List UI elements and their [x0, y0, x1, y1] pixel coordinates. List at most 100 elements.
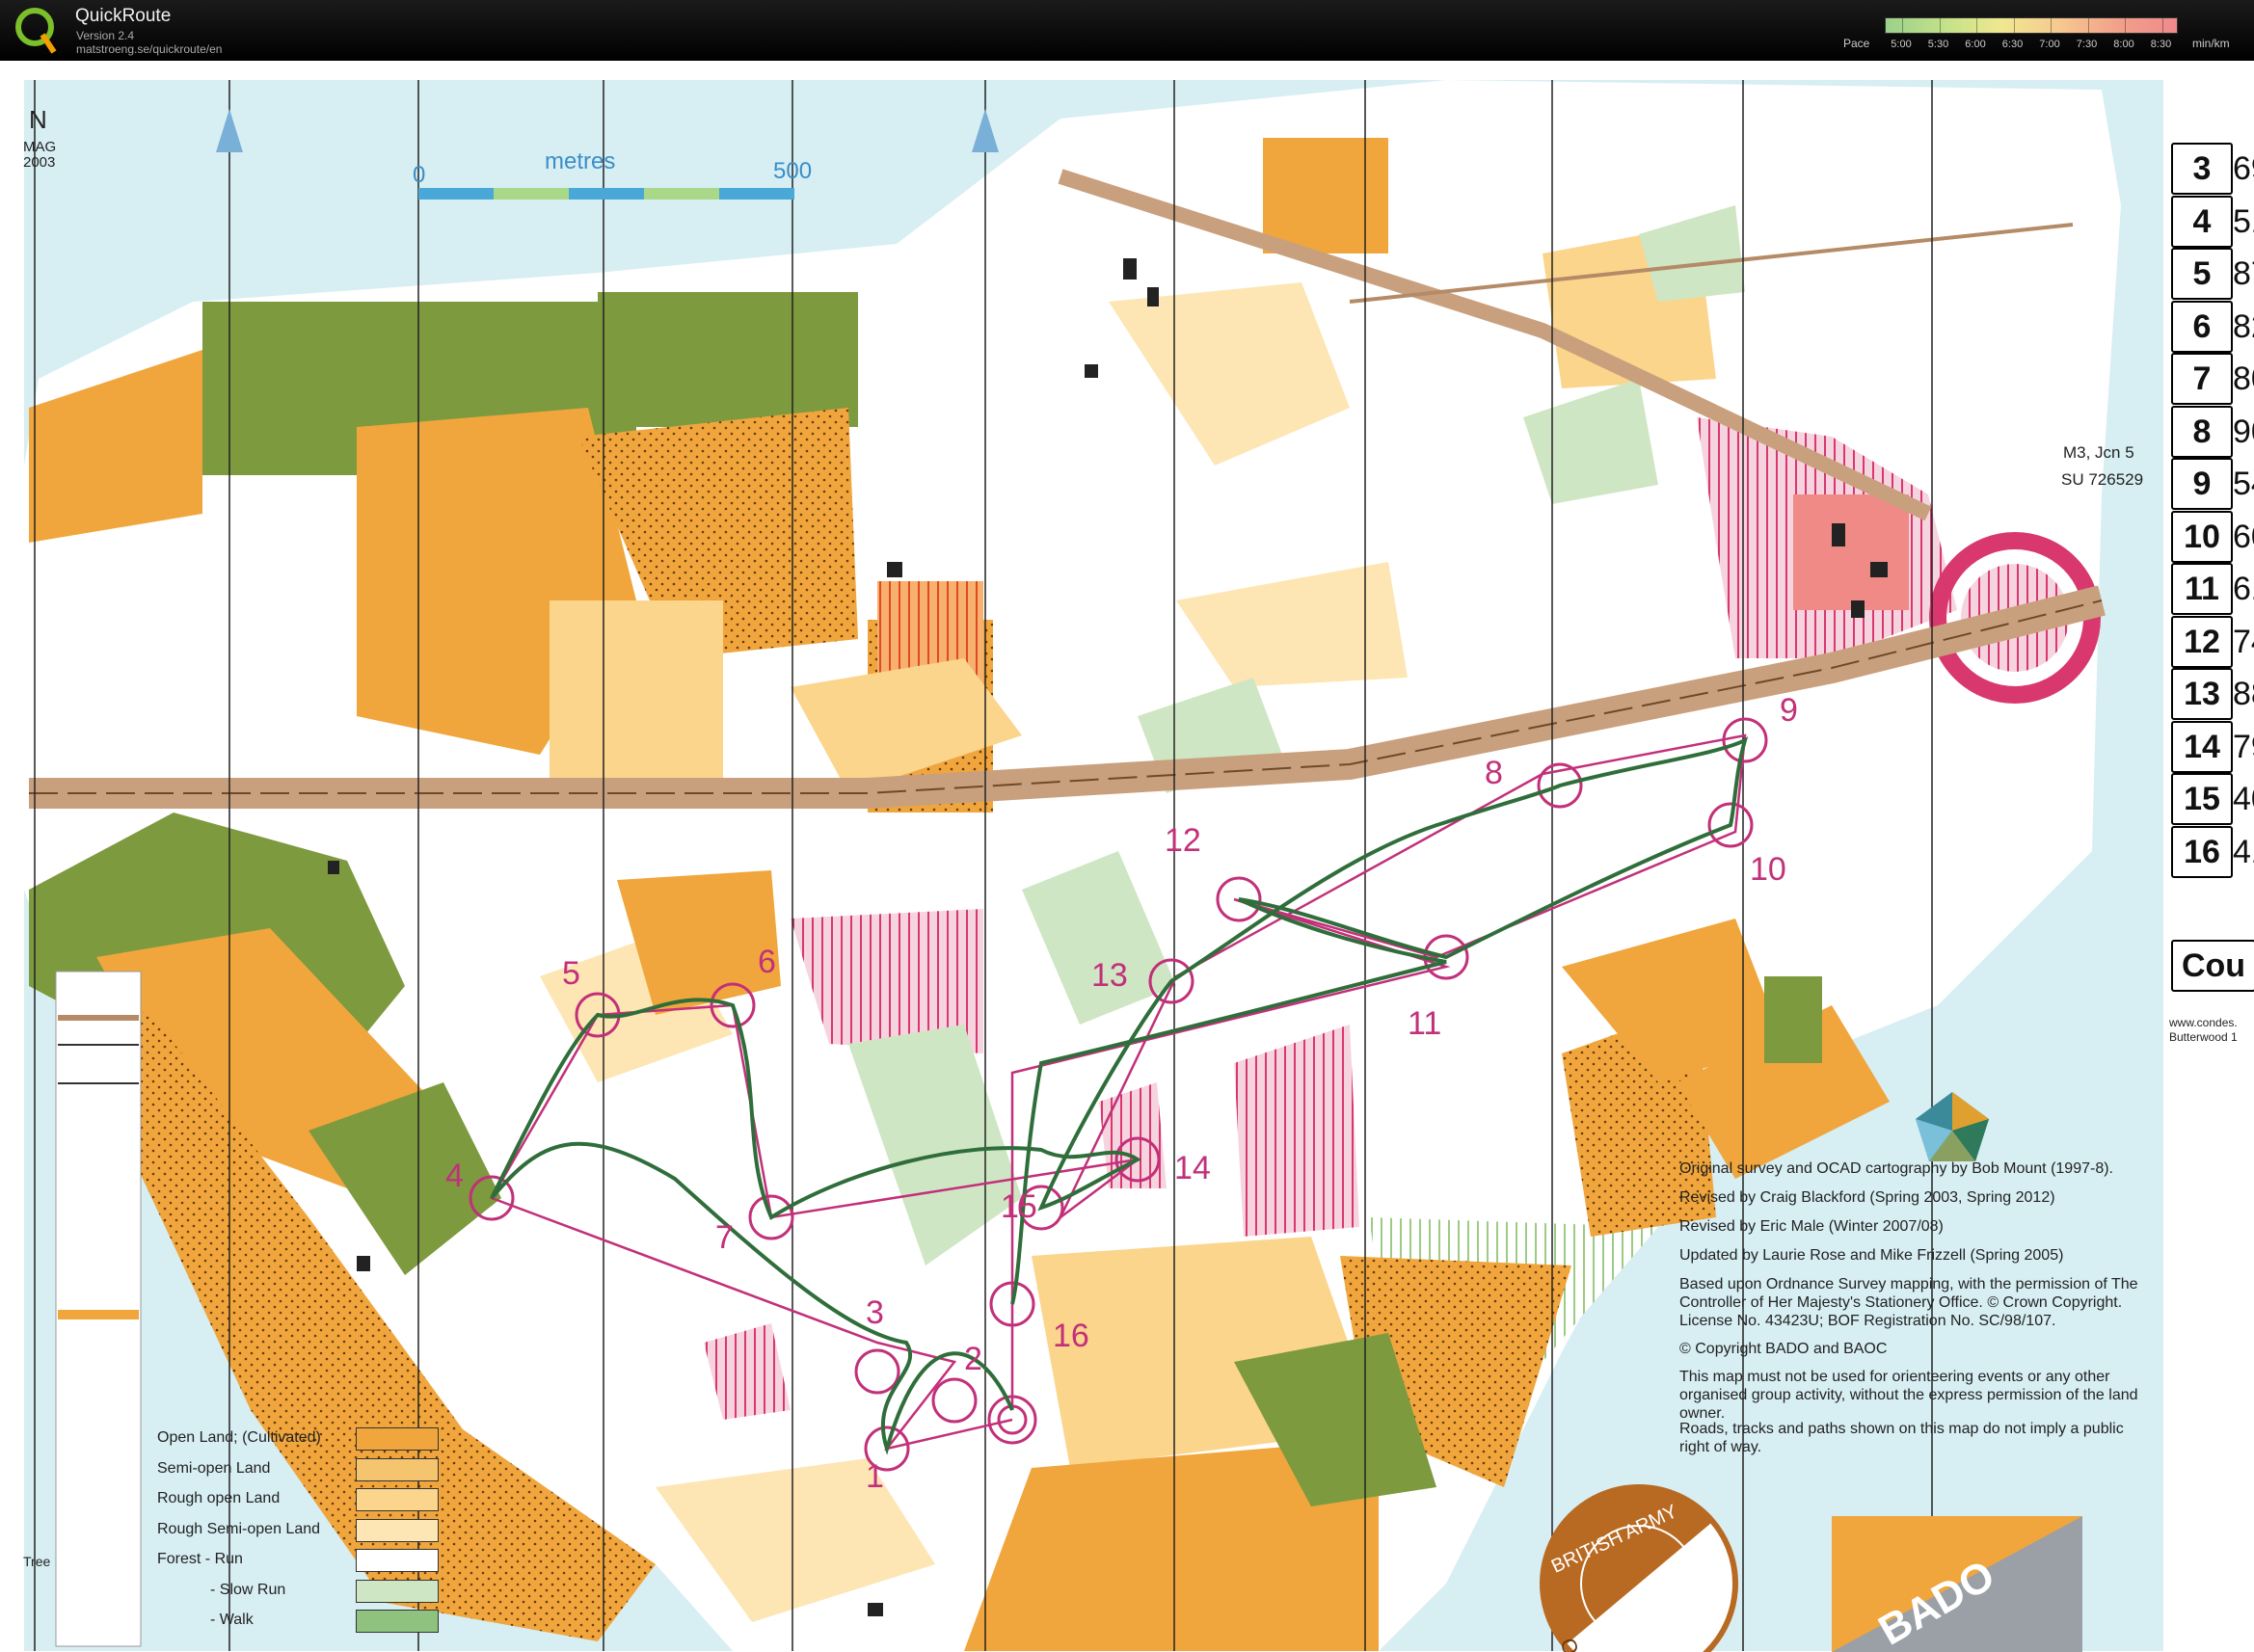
pace-tick	[1902, 18, 1903, 33]
app-name: QuickRoute	[75, 6, 172, 26]
bado-text: BADO	[1871, 1551, 2003, 1652]
pace-tick-label: 8:30	[2150, 39, 2172, 50]
app-url[interactable]: matstroeng.se/quickroute/en	[76, 42, 222, 56]
control-number: 15	[1001, 1188, 1037, 1225]
badge-top-text: BRITISH ARMY	[1548, 1501, 1680, 1578]
north-label: N	[29, 105, 47, 134]
website-2: Butterwood 1	[2169, 1030, 2238, 1044]
credit-line: Revised by Craig Blackford (Spring 2003,…	[1679, 1189, 2055, 1206]
course-table-control: 10	[2171, 510, 2233, 563]
pace-tick-label: 6:30	[2001, 39, 2024, 50]
legend-swatch	[356, 1488, 439, 1511]
course-table-code: 74	[2233, 623, 2254, 660]
legend-swatch	[356, 1427, 439, 1451]
legend-label: - Slow Run	[210, 1581, 286, 1598]
control-number: 14	[1174, 1150, 1211, 1186]
legend-label: - Walk	[210, 1612, 254, 1628]
scale-max: 500	[773, 158, 812, 184]
pace-label: Pace	[1843, 37, 1870, 50]
control-number: 16	[1053, 1318, 1089, 1354]
course-table-code: 40	[2233, 781, 2254, 817]
legend-label: Rough Semi-open Land	[157, 1520, 321, 1537]
course-table-control: 5	[2171, 248, 2233, 300]
scale-units: metres	[545, 148, 615, 174]
credit-line: Based upon Ordnance Survey mapping, with…	[1679, 1276, 2138, 1329]
legend-swatch	[356, 1518, 439, 1542]
course-table-control: 14	[2171, 720, 2233, 773]
tree-label: Tree	[23, 1554, 50, 1569]
legend-swatch	[356, 1549, 439, 1572]
legend-label: Forest - Run	[157, 1551, 243, 1567]
control-number: 9	[1780, 692, 1798, 729]
credit-line: Updated by Laurie Rose and Mike Frizzell…	[1679, 1247, 2064, 1264]
legend-swatch	[356, 1457, 439, 1481]
pace-tick-label: 7:00	[2039, 39, 2060, 50]
course-table-control: 11	[2171, 563, 2233, 615]
credit-line: © Copyright BADO and BAOC	[1679, 1341, 1888, 1357]
pace-tick	[1939, 18, 1941, 33]
pace-tick-label: 7:30	[2076, 39, 2098, 50]
pace-tick	[2125, 18, 2126, 33]
control-number: 1	[866, 1458, 884, 1495]
course-table-control: 9	[2171, 458, 2233, 510]
pace-tick-label: 6:00	[1965, 39, 1986, 50]
scale-zero: 0	[413, 162, 425, 188]
course-table-code: 82	[2233, 307, 2254, 345]
year-label: 2003	[23, 154, 55, 171]
control-number: 7	[715, 1219, 734, 1256]
pace-tick	[2013, 18, 2015, 33]
course-table-control: 16	[2171, 825, 2233, 878]
course-table-code: 88	[2233, 676, 2254, 712]
pace-color-scale	[1885, 17, 2178, 34]
control-number: 2	[964, 1341, 982, 1377]
course-table-control: 13	[2171, 668, 2233, 720]
control-number: 3	[866, 1294, 884, 1331]
credit-line: Roads, tracks and paths shown on this ma…	[1679, 1421, 2124, 1455]
credit-line: Revised by Eric Male (Winter 2007/08)	[1679, 1218, 1944, 1235]
orienteering-map[interactable]: 0 metres 500 M3, Jcn 5 SU 726529 N MAG 2…	[0, 61, 2254, 1652]
mag-label: MAG	[23, 139, 56, 155]
control-number: 10	[1750, 851, 1786, 888]
pace-tick	[2161, 18, 2163, 33]
course-table-control: 4	[2171, 195, 2233, 248]
course-table-control: 7	[2171, 353, 2233, 405]
legend-label: Semi-open Land	[157, 1459, 271, 1477]
pace-tick	[2051, 18, 2052, 33]
badge-left-text: ORIEN	[1555, 1635, 1600, 1652]
pace-tick-label: 5:00	[1891, 39, 1912, 50]
pace-tick	[1976, 18, 1977, 33]
quickroute-header: QuickRoute Version 2.4 matstroeng.se/qui…	[0, 0, 2254, 61]
pace-tick-label: 5:30	[1927, 39, 1949, 50]
course-table-code: 80	[2233, 360, 2254, 397]
legend-label: Open Land; (Cultivated)	[157, 1429, 321, 1446]
control-number: 8	[1485, 755, 1503, 791]
course-table-code: 69	[2233, 150, 2254, 187]
legend-swatch	[356, 1610, 439, 1633]
app-version: Version 2.4	[76, 29, 135, 42]
credit-line: Original survey and OCAD cartography by …	[1679, 1160, 2113, 1177]
quickroute-logo-icon	[15, 8, 57, 54]
credit-line: This map must not be used for orienteeri…	[1679, 1369, 2138, 1422]
course-table-code: 41	[2233, 833, 2254, 870]
course-table-control: 15	[2171, 773, 2233, 825]
pace-tick-label: 8:00	[2113, 39, 2134, 50]
course-table-control: 8	[2171, 405, 2233, 458]
grid-reference: SU 726529	[2061, 470, 2143, 489]
control-number: 6	[758, 944, 776, 980]
control-number: 4	[445, 1158, 464, 1194]
course-table-code: 79	[2233, 728, 2254, 765]
course-table-footer: Cou	[2171, 940, 2254, 992]
course-table-code: 54	[2233, 466, 2254, 502]
course-table-code: 90	[2233, 413, 2254, 450]
control-number: 11	[1408, 1005, 1441, 1042]
course-table-control: 12	[2171, 615, 2233, 668]
pace-unit: min/km	[2192, 37, 2230, 50]
control-number: 13	[1091, 957, 1128, 994]
junction-label: M3, Jcn 5	[2063, 443, 2134, 462]
course-table-control: 3	[2171, 143, 2233, 195]
course-table-code: 60	[2233, 518, 2254, 555]
course-table-control: 6	[2171, 300, 2233, 353]
legend-swatch	[356, 1579, 439, 1603]
website: www.condes.	[2168, 1016, 2238, 1029]
control-number: 5	[562, 955, 580, 992]
